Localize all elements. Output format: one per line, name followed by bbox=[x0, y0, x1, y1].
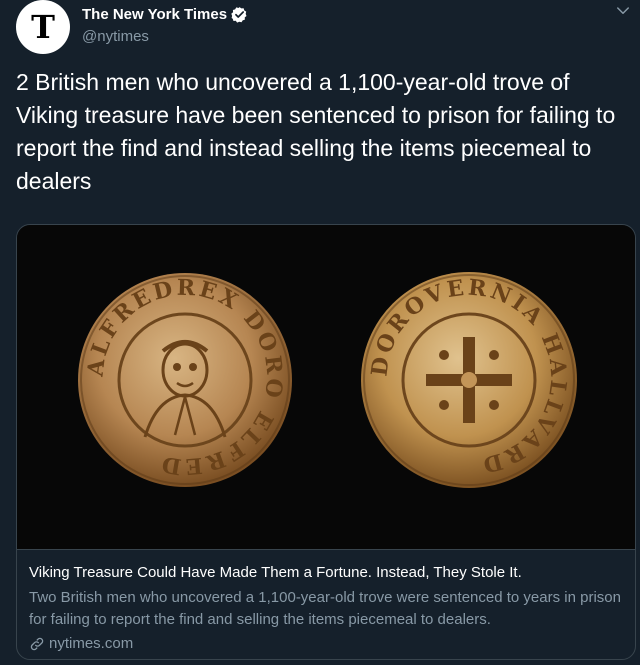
card-body[interactable]: Viking Treasure Could Have Made Them a F… bbox=[29, 563, 629, 652]
card-domain[interactable]: nytimes.com bbox=[29, 635, 629, 652]
coins-illustration: ALFREDREX DORO ELFRED DOROVERNIA HALLVAR… bbox=[78, 272, 577, 488]
chevron-down-icon[interactable] bbox=[614, 2, 632, 20]
avatar[interactable]: T bbox=[16, 0, 70, 54]
verified-badge-icon bbox=[231, 7, 247, 23]
right-coin: DOROVERNIA HALLVARD bbox=[361, 272, 577, 488]
handle[interactable]: @nytimes bbox=[82, 28, 149, 45]
left-coin: ALFREDREX DORO ELFRED bbox=[78, 273, 292, 487]
nyt-logo-glyph: T bbox=[31, 8, 55, 46]
tweet-text: 2 British men who uncovered a 1,100-year… bbox=[16, 69, 616, 194]
display-name[interactable]: The New York Times bbox=[82, 6, 227, 23]
link-card[interactable]: ALFREDREX DORO ELFRED DOROVERNIA HALLVAR… bbox=[16, 224, 636, 660]
link-icon bbox=[30, 637, 44, 650]
card-title[interactable]: Viking Treasure Could Have Made Them a F… bbox=[29, 563, 629, 583]
card-image[interactable]: ALFREDREX DORO ELFRED DOROVERNIA HALLVAR… bbox=[17, 225, 635, 550]
card-domain-text[interactable]: nytimes.com bbox=[49, 635, 133, 652]
author-name-row[interactable]: The New York Times bbox=[82, 6, 248, 23]
card-description: Two British men who uncovered a 1,100-ye… bbox=[29, 589, 621, 628]
